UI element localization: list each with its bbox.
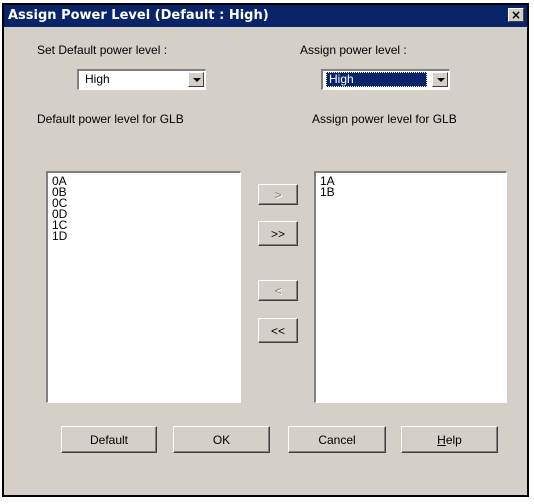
default-button[interactable]: Default (61, 426, 157, 453)
ok-button[interactable]: OK (173, 426, 270, 453)
default-power-select[interactable]: High (77, 69, 206, 90)
list-item[interactable]: 1C (52, 219, 236, 231)
set-default-power-label: Set Default power level : (37, 43, 168, 57)
assign-power-label: Assign power level : (300, 43, 407, 57)
help-label-rest: elp (445, 432, 462, 447)
move-all-right-button[interactable]: >> (258, 221, 298, 246)
move-left-button[interactable]: < (258, 280, 298, 301)
move-all-left-button[interactable]: << (258, 318, 298, 343)
close-icon: × (510, 8, 522, 22)
title-bar: Assign Power Level (Default : High) × (4, 5, 527, 27)
default-list-label: Default power level for GLB (37, 112, 184, 126)
assign-power-level-dialog: Assign Power Level (Default : High) × Se… (2, 3, 529, 497)
chevron-down-icon[interactable] (432, 72, 448, 87)
list-item[interactable]: 1D (52, 230, 236, 242)
list-item[interactable]: 0B (52, 186, 236, 198)
default-power-value: High (85, 72, 110, 86)
assign-power-list[interactable]: 1A 1B (314, 171, 507, 403)
default-power-list[interactable]: 0A 0B 0C 0D 1C 1D (46, 171, 241, 403)
assign-power-value: High (326, 72, 427, 87)
help-label-mnemonic: H (437, 432, 446, 447)
move-right-button[interactable]: > (258, 184, 298, 205)
close-button[interactable]: × (508, 8, 524, 22)
list-item[interactable]: 0D (52, 208, 236, 220)
assign-list-label: Assign power level for GLB (312, 112, 457, 126)
assign-power-select[interactable]: High (321, 69, 450, 90)
list-item[interactable]: 0A (52, 175, 236, 187)
list-item[interactable]: 0C (52, 197, 236, 209)
list-item[interactable]: 1A (320, 175, 502, 187)
dialog-title: Assign Power Level (Default : High) (8, 8, 269, 23)
chevron-down-icon[interactable] (188, 72, 204, 87)
help-button[interactable]: Help (401, 426, 498, 453)
list-item[interactable]: 1B (320, 186, 502, 198)
cancel-button[interactable]: Cancel (288, 426, 386, 453)
